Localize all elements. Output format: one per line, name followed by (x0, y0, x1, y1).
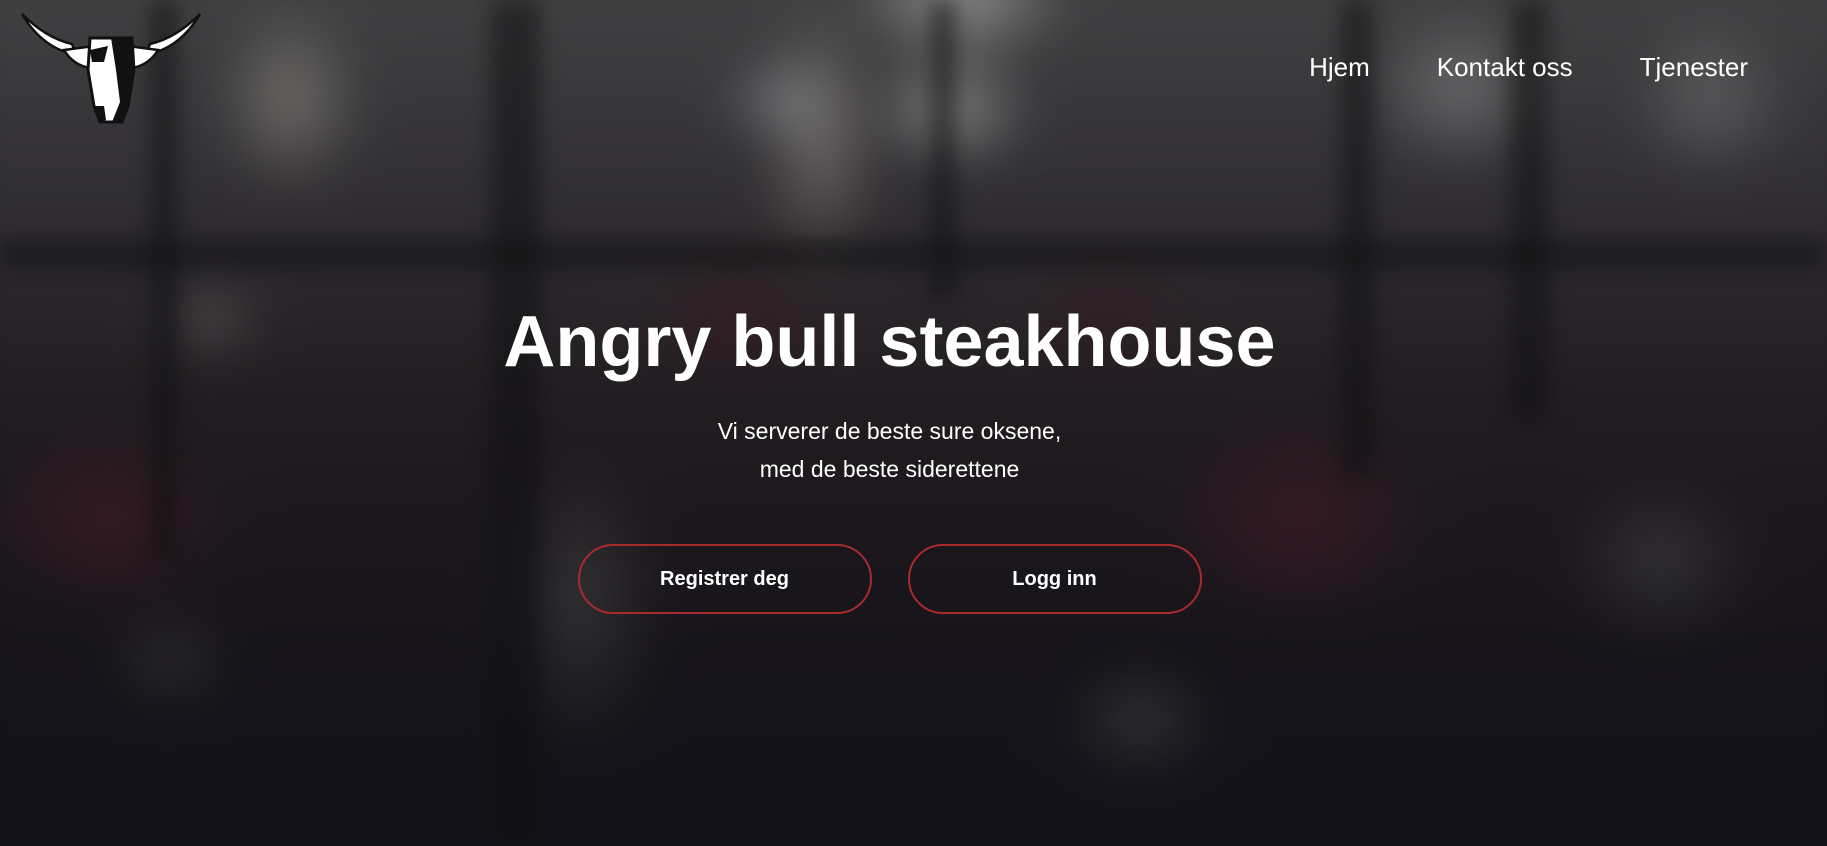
subtitle-line-1: Vi serverer de beste sure oksene, (717, 418, 1062, 444)
nav-link-contact[interactable]: Kontakt oss (1437, 52, 1573, 83)
nav-link-home[interactable]: Hjem (1309, 52, 1370, 83)
nav-link-services[interactable]: Tjenester (1640, 52, 1748, 83)
subtitle-line-2: med de beste siderettene (759, 456, 1020, 482)
page-title: Angry bull steakhouse (503, 302, 1276, 382)
bull-head-icon[interactable] (20, 10, 202, 128)
hero-content: Angry bull steakhouse Vi serverer de bes… (0, 298, 1803, 614)
hero-subtitle: Vi serverer de beste sure oksene, med de… (0, 412, 1803, 488)
login-button[interactable]: Logg inn (907, 544, 1202, 614)
hero-section: Hjem Kontakt oss Tjenester Angry bull st… (0, 0, 1827, 846)
register-button[interactable]: Registrer deg (577, 544, 872, 614)
main-nav: Hjem Kontakt oss Tjenester (1309, 52, 1748, 83)
hero-buttons: Registrer deg Logg inn (0, 544, 1803, 614)
